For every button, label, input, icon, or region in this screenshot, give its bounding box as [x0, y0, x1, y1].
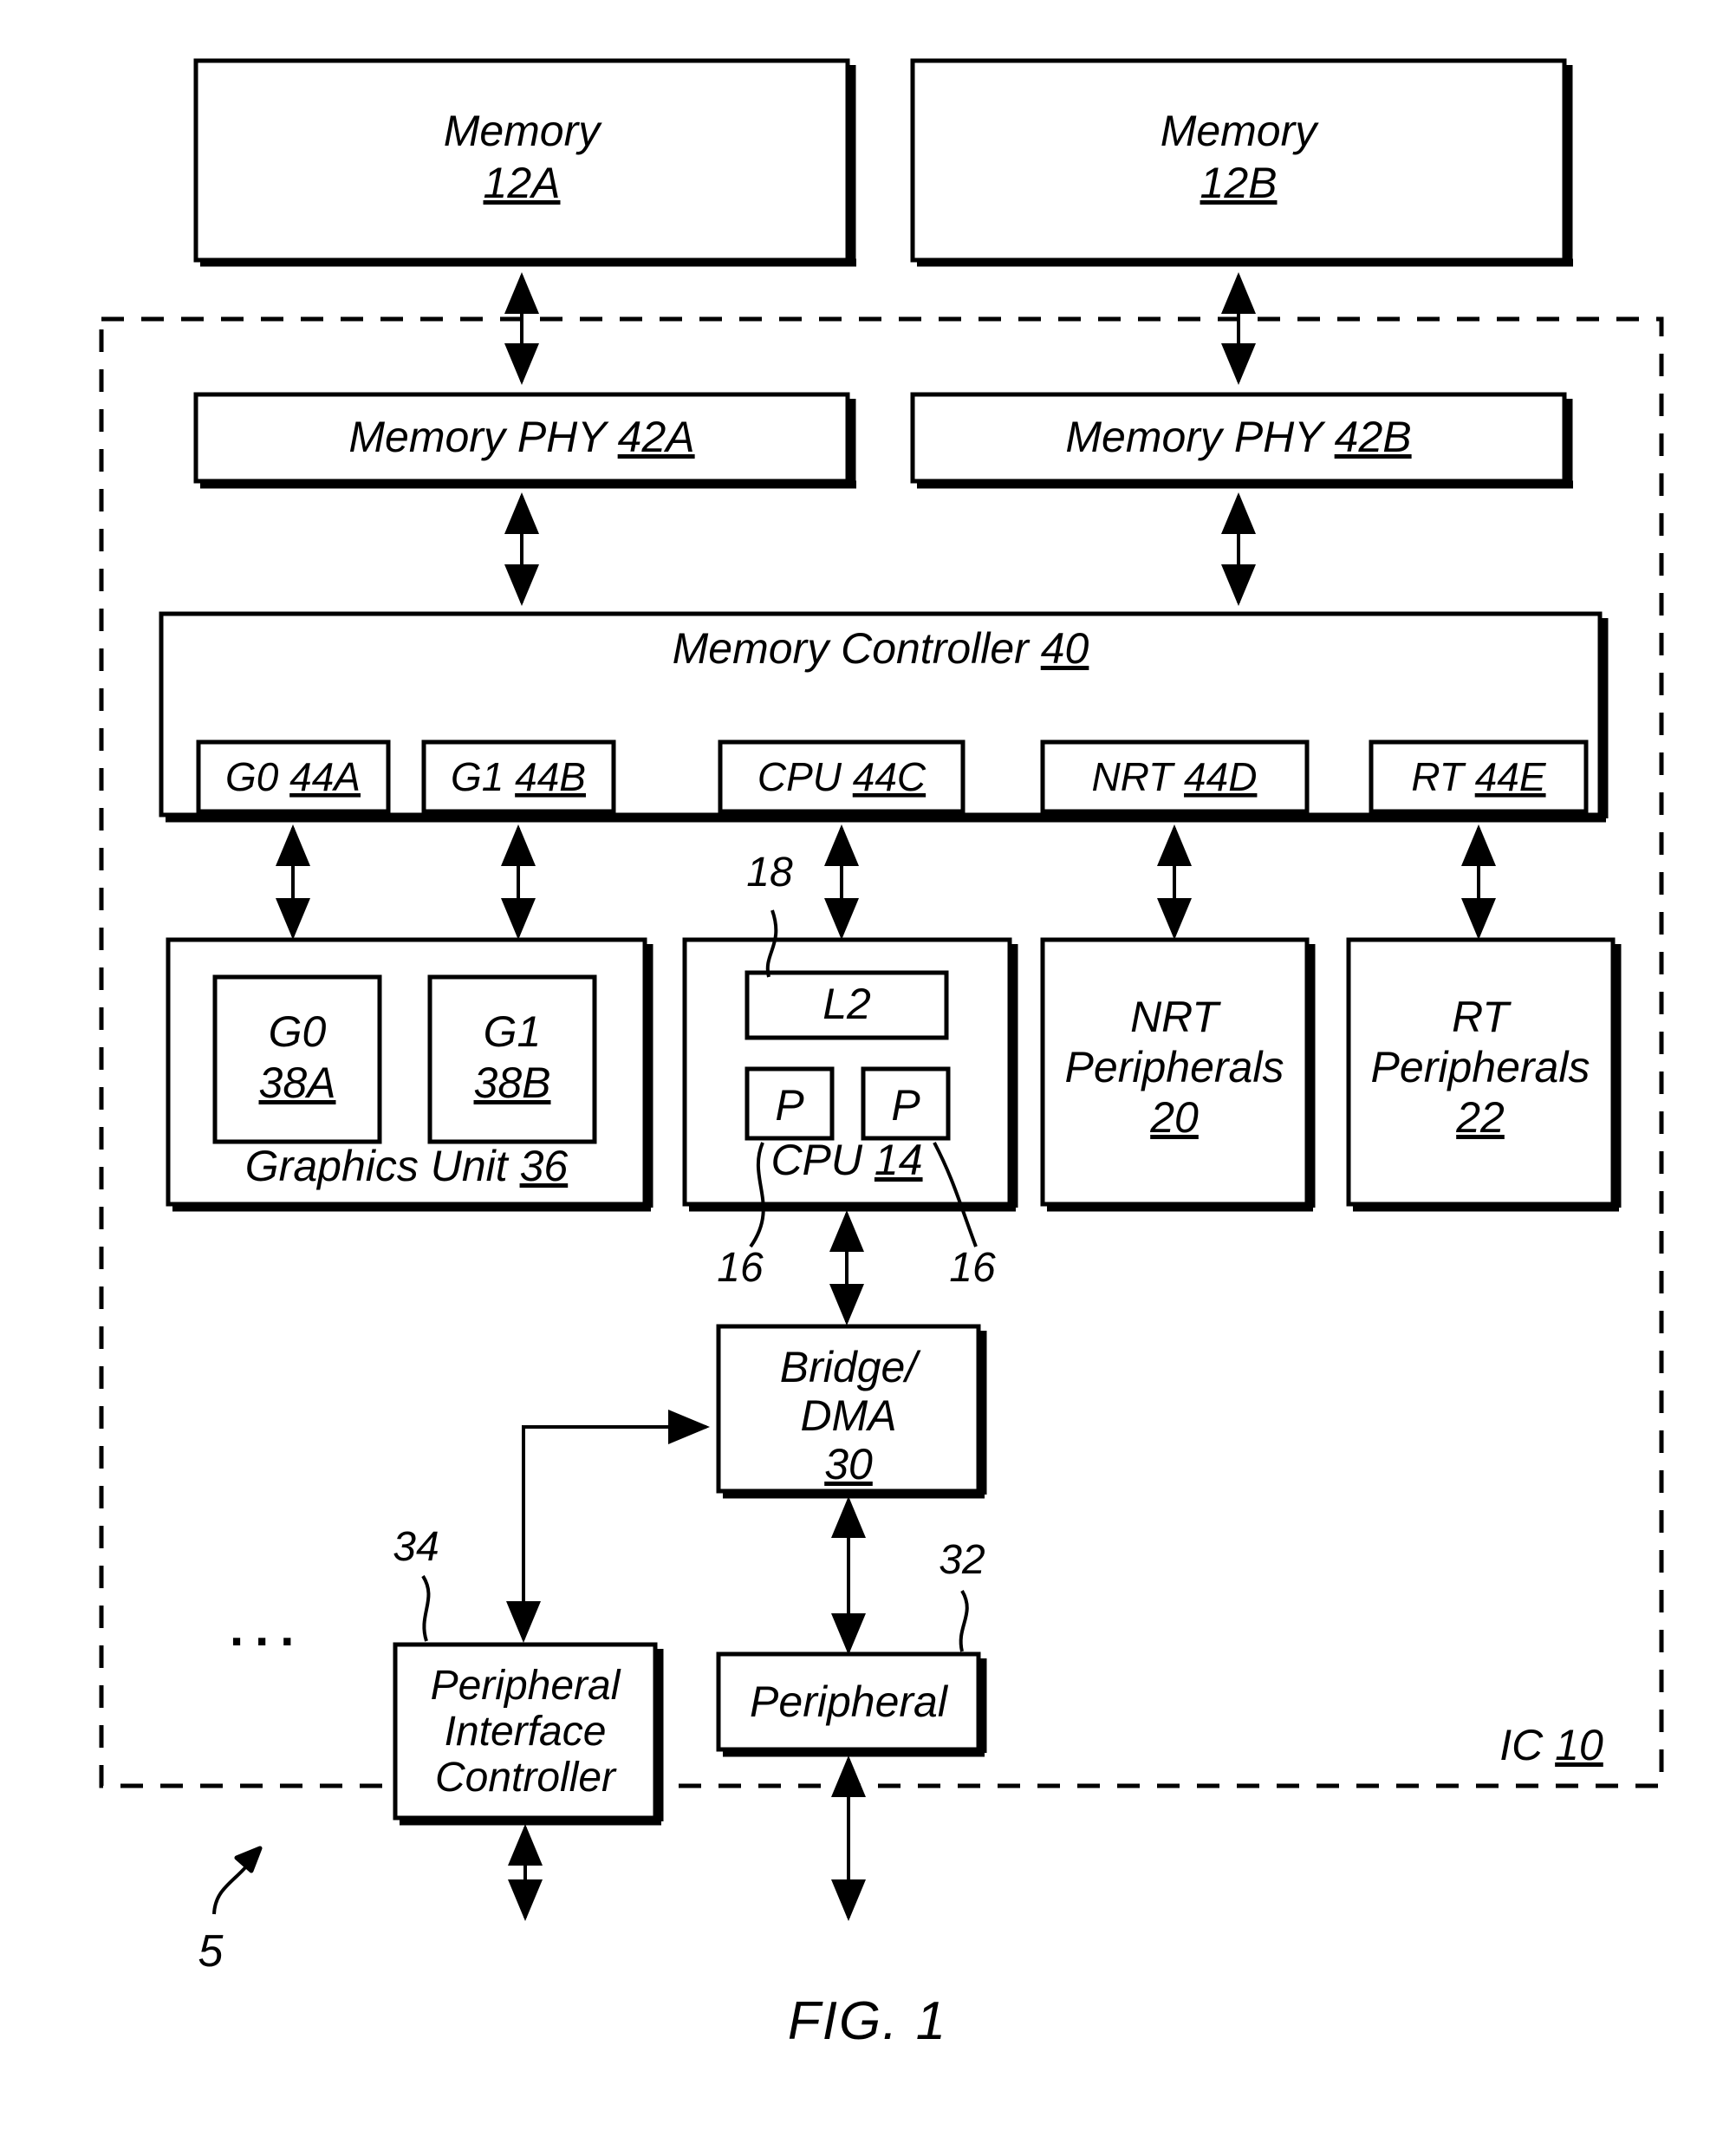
port-nrt-44d: NRT 44D — [1040, 739, 1310, 814]
port-4-name: RT — [1411, 754, 1466, 799]
cpu-14-label: CPU 14 — [770, 1136, 922, 1184]
memory-12a-label: Memory — [444, 107, 603, 155]
arrow-pic-bridge — [522, 1410, 710, 1639]
block-processor-right: P — [861, 1066, 951, 1141]
block-graphics-unit-36: G0 38A G1 38B Graphics Unit 36 — [166, 937, 653, 1212]
graphics-unit-name: Graphics Unit — [245, 1142, 510, 1190]
g0-38a-label: G0 — [269, 1007, 327, 1056]
ic-name: IC — [1499, 1721, 1544, 1769]
memory-phy-42b-label: Memory PHY 42B — [1065, 413, 1411, 461]
memory-12b-label: Memory — [1161, 107, 1320, 155]
rt-peripherals-line1: RT — [1452, 993, 1512, 1041]
port-cpu-44c-label: CPU 44C — [757, 754, 927, 799]
port-3-ref: 44D — [1184, 754, 1257, 799]
block-processor-left: P — [744, 1066, 835, 1141]
ref-number-18: 18 — [746, 850, 793, 896]
memory-phy-42a-ref: 42A — [618, 413, 695, 461]
block-memory-12b: Memory 12B — [910, 58, 1573, 267]
memory-controller-ref: 40 — [1041, 624, 1089, 673]
ellipsis-more-peripherals: ... — [230, 1600, 306, 1657]
leader-line-32 — [959, 1589, 969, 1652]
ic-ref: 10 — [1555, 1721, 1603, 1769]
ref-number-5: 5 — [198, 1926, 224, 1977]
processor-right-label: P — [891, 1081, 920, 1130]
pic-line1: Peripheral — [431, 1663, 621, 1709]
bridge-dma-ref: 30 — [824, 1440, 873, 1488]
bridge-dma-line2: DMA — [800, 1391, 896, 1440]
port-g1-44b: G1 44B — [421, 739, 616, 814]
port-g0-44a-label: G0 44A — [225, 754, 361, 799]
block-g0-38a: G0 38A — [212, 974, 382, 1144]
leader-line-5 — [212, 1864, 249, 1915]
port-cpu-44c: CPU 44C — [718, 739, 966, 814]
port-0-ref: 44A — [289, 754, 361, 799]
figure-caption: FIG. 1 — [788, 1991, 947, 2051]
port-g1-44b-label: G1 44B — [451, 754, 586, 799]
port-rt-44e: RT 44E — [1369, 739, 1589, 814]
memory-controller-name: Memory Controller — [673, 624, 1031, 673]
port-g0-44a: G0 44A — [196, 739, 391, 814]
block-rt-peripherals-22: RT Peripherals 22 — [1346, 937, 1622, 1212]
memory-phy-42b-ref: 42B — [1335, 413, 1412, 461]
graphics-unit-label: Graphics Unit 36 — [245, 1142, 569, 1190]
nrt-peripherals-line2: Peripherals — [1065, 1043, 1284, 1091]
patent-figure: Memory 12A Memory 12B Memory PHY 42A Mem… — [0, 0, 1736, 2130]
block-peripheral-32: Peripheral — [716, 1651, 987, 1757]
block-peripheral-interface-controller-34: Peripheral Interface Controller — [393, 1642, 664, 1826]
processor-left-label: P — [775, 1081, 804, 1130]
memory-12b-ref: 12B — [1200, 159, 1278, 207]
peripheral-label: Peripheral — [750, 1677, 949, 1726]
port-1-name: G1 — [451, 754, 504, 799]
block-cpu-14: L2 P P CPU 14 — [682, 937, 1018, 1212]
cpu-ref: 14 — [875, 1136, 923, 1184]
memory-phy-42b-name: Memory PHY — [1065, 413, 1326, 461]
memory-12a-ref: 12A — [484, 159, 561, 207]
port-nrt-44d-label: NRT 44D — [1092, 754, 1258, 799]
block-memory-phy-42b: Memory PHY 42B — [910, 392, 1573, 489]
nrt-peripherals-line1: NRT — [1130, 993, 1221, 1041]
port-4-ref: 44E — [1475, 754, 1547, 799]
block-bridge-dma-30: Bridge/ DMA 30 — [716, 1324, 987, 1499]
memory-phy-42a-label: Memory PHY 42A — [348, 413, 694, 461]
port-3-name: NRT — [1092, 754, 1176, 799]
ic-label: IC 10 — [1499, 1721, 1603, 1769]
block-g1-38b: G1 38B — [427, 974, 597, 1144]
g1-38b-label: G1 — [484, 1007, 542, 1056]
cpu-name: CPU — [770, 1136, 862, 1184]
g1-38b-ref: 38B — [474, 1058, 551, 1107]
pic-line2: Interface — [445, 1709, 607, 1755]
system-arrowhead — [234, 1846, 263, 1873]
rt-peripherals-line2: Peripherals — [1371, 1043, 1590, 1091]
bridge-dma-line1: Bridge/ — [780, 1343, 922, 1391]
port-rt-44e-label: RT 44E — [1411, 754, 1546, 799]
memory-controller-label: Memory Controller 40 — [673, 624, 1089, 673]
ref-number-32: 32 — [939, 1537, 985, 1583]
memory-phy-42a-name: Memory PHY — [348, 413, 609, 461]
block-diagram-canvas: Memory 12A Memory 12B Memory PHY 42A Mem… — [99, 58, 1664, 2051]
port-0-name: G0 — [225, 754, 279, 799]
pic-line3: Controller — [435, 1755, 617, 1801]
rt-peripherals-ref: 22 — [1455, 1093, 1505, 1142]
block-nrt-peripherals-20: NRT Peripherals 20 — [1040, 937, 1316, 1212]
port-2-name: CPU — [757, 754, 842, 799]
leader-line-34 — [421, 1574, 431, 1642]
graphics-unit-ref: 36 — [520, 1142, 569, 1190]
block-memory-phy-42a: Memory PHY 42A — [193, 392, 856, 489]
block-memory-12a: Memory 12A — [193, 58, 856, 267]
block-l2-cache: L2 — [744, 970, 949, 1040]
port-1-ref: 44B — [515, 754, 586, 799]
ref-number-16-right: 16 — [949, 1245, 996, 1291]
l2-label: L2 — [822, 980, 871, 1028]
block-memory-controller-40: Memory Controller 40 G0 44A G1 44B CPU 4… — [159, 611, 1609, 823]
ref-number-34: 34 — [393, 1524, 439, 1570]
g0-38a-ref: 38A — [259, 1058, 336, 1107]
nrt-peripherals-ref: 20 — [1149, 1093, 1199, 1142]
port-2-ref: 44C — [853, 754, 927, 799]
ref-number-16-left: 16 — [717, 1245, 764, 1291]
